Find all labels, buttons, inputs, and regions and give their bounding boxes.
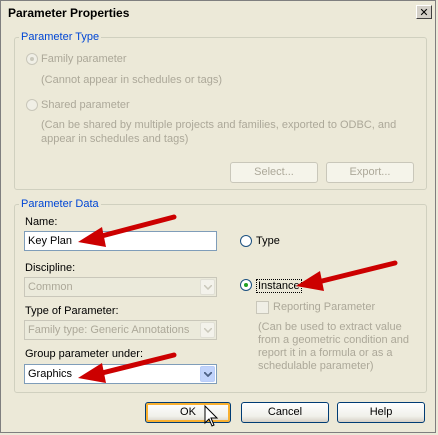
shared-parameter-note-1: (Can be shared by multiple projects and … (41, 119, 397, 131)
dropdown-arrow-icon (200, 322, 215, 338)
shared-parameter-radio[interactable] (26, 99, 38, 111)
parameter-type-legend: Parameter Type (21, 31, 100, 43)
group-parameter-select[interactable]: Graphics (24, 364, 217, 384)
type-radio[interactable] (240, 235, 252, 247)
parameter-data-legend: Parameter Data (21, 198, 99, 210)
cancel-button[interactable]: Cancel (241, 402, 329, 423)
instance-radio-label: Instance (256, 279, 302, 293)
reporting-note-1: (Can be used to extract value (258, 321, 402, 333)
shared-parameter-label: Shared parameter (41, 99, 130, 111)
group-parameter-value: Graphics (28, 368, 73, 380)
shared-parameter-note-2: appear in schedules and tags) (41, 133, 189, 145)
reporting-parameter-checkbox[interactable] (256, 301, 269, 314)
type-radio-label: Type (256, 235, 280, 247)
type-of-parameter-label: Type of Parameter: (25, 305, 119, 317)
name-label: Name: (25, 216, 58, 228)
title-bar: Parameter Properties ✕ (3, 3, 435, 23)
type-of-parameter-value: Family type: Generic Annotations (28, 324, 190, 336)
export-button[interactable]: Export... (326, 162, 414, 183)
family-parameter-radio[interactable] (26, 53, 38, 65)
close-button[interactable]: ✕ (416, 5, 432, 19)
instance-radio[interactable] (240, 279, 252, 291)
dropdown-arrow-icon[interactable] (200, 366, 215, 382)
discipline-value: Common (28, 281, 73, 293)
family-parameter-label: Family parameter (41, 53, 127, 65)
close-icon: ✕ (419, 7, 429, 19)
parameter-properties-dialog: Parameter Properties ✕ Parameter Type Fa… (0, 0, 436, 433)
reporting-note-2: from a geometric condition and (258, 334, 410, 346)
discipline-select[interactable]: Common (24, 277, 217, 297)
reporting-parameter-label: Reporting Parameter (273, 301, 376, 313)
ok-button[interactable]: OK (145, 402, 231, 423)
select-button[interactable]: Select... (230, 162, 318, 183)
group-parameter-label: Group parameter under: (25, 348, 144, 360)
window-title: Parameter Properties (8, 6, 130, 20)
family-parameter-note: (Cannot appear in schedules or tags) (41, 74, 222, 86)
type-of-parameter-select[interactable]: Family type: Generic Annotations (24, 320, 217, 340)
help-button[interactable]: Help (337, 402, 425, 423)
reporting-note-3: report it in a formula or as a (258, 347, 393, 359)
discipline-label: Discipline: (25, 262, 76, 274)
dropdown-arrow-icon (200, 279, 215, 295)
name-input[interactable]: Key Plan (24, 231, 217, 251)
reporting-note-4: schedulable parameter) (258, 360, 374, 372)
